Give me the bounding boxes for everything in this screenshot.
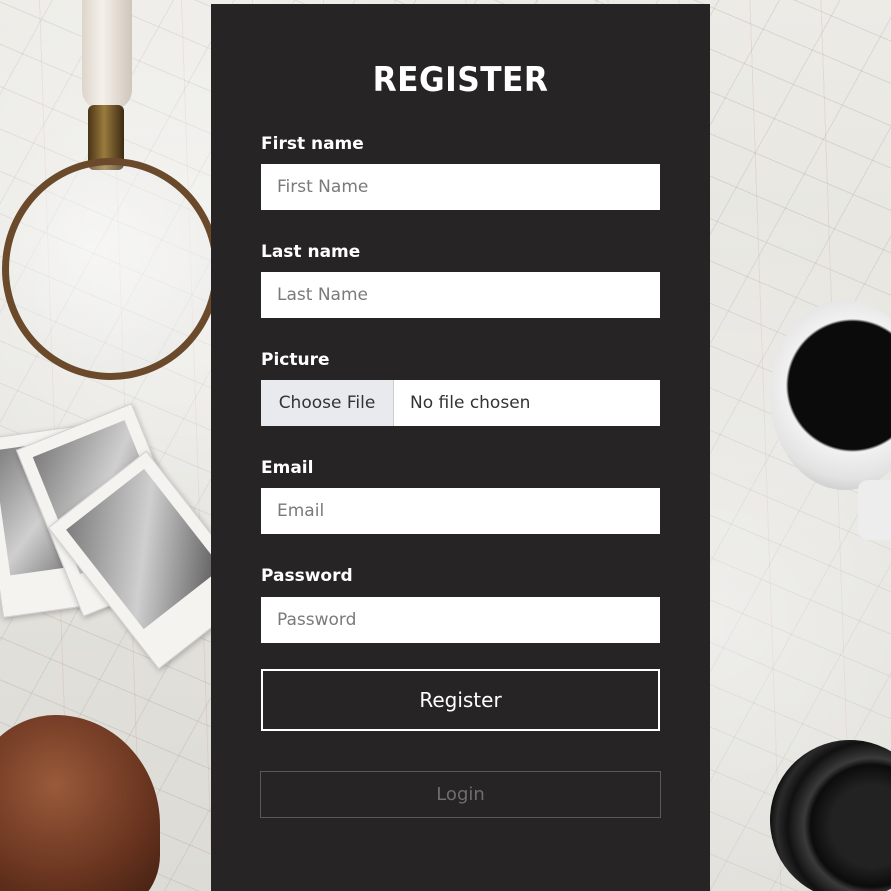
choose-file-button[interactable]: Choose File [261,380,394,426]
camera-lens [740,710,891,891]
password-label: Password [261,566,353,586]
picture-label: Picture [261,350,330,370]
first-name-label: First name [261,134,364,154]
password-input[interactable] [261,597,660,643]
page-title: REGISTER [372,60,549,100]
magnifier-handle [82,0,132,110]
coffee-cup [770,300,891,490]
coffee-cup-handle [858,480,891,540]
register-button[interactable]: Register [261,669,660,731]
picture-file-input[interactable]: Choose File No file chosen [261,380,660,426]
register-panel: REGISTER First name Last name Picture Ch… [211,4,710,891]
file-status-text: No file chosen [410,393,531,413]
magnifying-glass [2,158,220,380]
leather-boot [0,715,160,891]
first-name-input[interactable] [261,164,660,210]
last-name-label: Last name [261,242,361,262]
email-label: Email [261,458,314,478]
login-button[interactable]: Login [260,771,661,818]
last-name-input[interactable] [261,272,660,318]
email-input[interactable] [261,488,660,534]
